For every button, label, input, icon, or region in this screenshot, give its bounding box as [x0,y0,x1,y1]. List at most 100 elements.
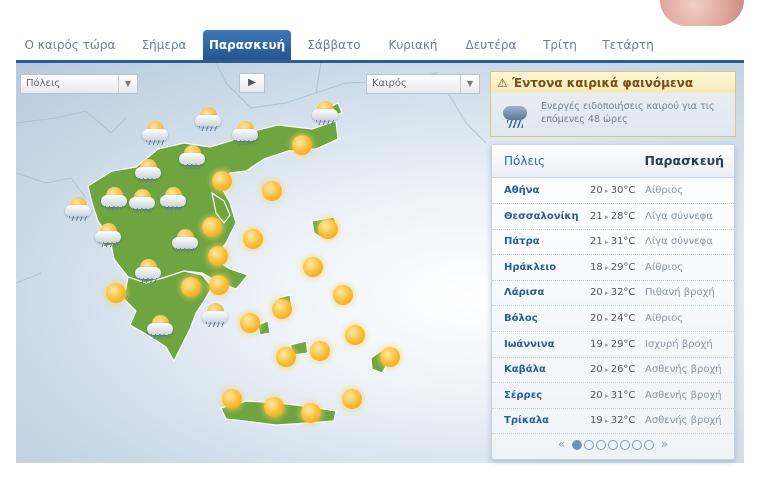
sun-icon[interactable] [208,246,228,266]
city-row[interactable]: Αθήνα 20 ▸ 30°C Αίθριος [492,178,734,204]
tab-today[interactable]: Σήμερα [128,30,200,60]
sun-icon[interactable] [264,397,284,417]
tab-now[interactable]: Ο καιρός τώρα [16,30,124,60]
temp-max: 31°C [610,389,636,401]
city-name[interactable]: Πάτρα [504,236,540,247]
city-name[interactable]: Σέρρες [504,390,542,401]
page-dot[interactable] [572,439,582,450]
play-icon[interactable]: ▶ [239,73,265,93]
weather-widget: Ο καιρός τώρα Σήμερα Παρασκευή Σάββατο Κ… [0,0,760,489]
city-row[interactable]: Πάτρα 21 ▸ 31°C Λίγα σύννεφα [492,229,734,256]
page-dot[interactable] [620,439,630,450]
sun-icon[interactable] [318,219,338,239]
temp-min: 19 [590,338,603,350]
weather-desc: Αίθριος [645,261,684,273]
tab-friday[interactable]: Παρασκευή [203,30,291,60]
city-name[interactable]: Ιωάννινα [504,339,554,350]
cloud-sun-rain-icon[interactable] [128,189,156,213]
sun-icon[interactable] [202,217,222,237]
sun-icon[interactable] [262,181,282,201]
cloud-sun-rain-icon[interactable] [159,187,187,211]
sun-icon[interactable] [181,277,201,297]
page-dot[interactable] [632,439,642,450]
city-row[interactable]: Σέρρες 20 ▸ 31°C Ασθενής βροχή [492,383,734,409]
sun-icon[interactable] [222,389,242,409]
tab-wednesday[interactable]: Τετάρτη [595,30,661,60]
page-dot[interactable] [584,439,594,450]
city-name[interactable]: Αθήνα [504,185,539,196]
chevron-down-icon: ▼ [118,75,137,93]
cloud-sun-rain-icon[interactable] [231,121,259,145]
sun-icon[interactable] [243,229,263,249]
cloud-sun-rain-icon[interactable] [194,107,222,131]
sun-icon[interactable] [303,257,323,277]
city-row[interactable]: Καβάλα 20 ▸ 26°C Ασθενής βροχή [492,357,734,384]
sun-icon[interactable] [345,325,365,345]
temperature-range: 19 ▸ 29°C [590,339,635,350]
page-dot[interactable] [596,439,606,450]
city-row[interactable]: Λάρισα 20 ▸ 32°C Πιθανή βροχή [492,280,734,307]
day-tabs: Ο καιρός τώρα Σήμερα Παρασκευή Σάββατο Κ… [16,30,744,63]
city-name[interactable]: Τρίκαλα [504,415,549,426]
cloud-sun-rain-icon[interactable] [201,303,229,327]
cloud-sun-rain-icon[interactable] [100,187,128,211]
arrow-icon: ▸ [602,417,611,426]
temp-min: 21 [590,210,603,222]
weather-desc: Αίθριος [645,313,684,324]
city-name[interactable]: Λάρισα [504,287,544,298]
temp-max: 29°C [610,338,636,350]
sun-icon[interactable] [301,403,321,423]
pagination: « » [492,437,734,455]
page-dot[interactable] [608,439,618,450]
sun-icon[interactable] [333,285,353,305]
city-row[interactable]: Ηράκλειο 18 ▸ 29°C Αίθριος [492,255,734,281]
temp-min: 20 [590,185,603,196]
sun-icon[interactable] [310,341,330,361]
city-row[interactable]: Βόλος 20 ▸ 24°C Αίθριος [492,306,734,332]
sun-icon[interactable] [342,389,362,409]
weather-desc: Ασθενής βροχή [645,415,722,427]
city-row[interactable]: Θεσσαλονίκη 21 ▸ 28°C Λίγα σύννεφα [492,204,734,230]
temp-max: 29°C [610,261,636,273]
next-page-icon[interactable]: » [661,437,668,451]
sun-icon[interactable] [276,347,296,367]
cities-select[interactable]: Πόλεις ▼ [20,74,138,94]
city-row[interactable]: Τρίκαλα 19 ▸ 32°C Ασθενής βροχή [492,408,734,435]
sun-icon[interactable] [106,283,126,303]
tab-sunday[interactable]: Κυριακή [377,30,449,60]
cloud-sun-rain-icon[interactable] [171,229,199,253]
temp-max: 28°C [610,210,636,222]
city-name[interactable]: Βόλος [504,313,538,324]
weather-select[interactable]: Καιρός ▼ [366,74,480,94]
prev-page-icon[interactable]: « [558,437,565,451]
cities-select-label: Πόλεις [26,78,61,89]
sun-icon[interactable] [240,313,260,333]
city-name[interactable]: Ηράκλειο [504,262,556,273]
sun-icon[interactable] [272,299,292,319]
header-photo [660,0,744,26]
cloud-sun-rain-icon[interactable] [134,159,162,183]
sun-icon[interactable] [292,135,312,155]
cloud-sun-rain-icon[interactable] [146,315,174,339]
city-name[interactable]: Καβάλα [504,364,546,375]
tab-monday[interactable]: Δευτέρα [455,30,527,60]
cloud-sun-rain-icon[interactable] [311,101,339,125]
sun-icon[interactable] [209,275,229,295]
temp-min: 20 [590,287,603,299]
sun-icon[interactable] [212,171,232,191]
alert-title: ⚠ Έντονα καιρικά φαινόμενα [497,76,693,90]
city-name[interactable]: Θεσσαλονίκη [504,211,579,222]
alert-text: Ενεργές ειδοποιήσεις καιρού για τις επόμ… [541,101,715,125]
severe-weather-alert[interactable]: ⚠ Έντονα καιρικά φαινόμενα Ενεργές ειδοπ… [490,71,736,137]
cloud-sun-rain-icon[interactable] [178,145,206,169]
temperature-range: 20 ▸ 32°C [590,287,635,298]
cloud-sun-rain-icon[interactable] [141,121,169,145]
tab-tuesday[interactable]: Τρίτη [531,30,589,60]
sun-icon[interactable] [380,347,400,367]
cloud-sun-rain-icon[interactable] [94,223,122,247]
cloud-sun-rain-icon[interactable] [134,259,162,283]
cloud-sun-rain-icon[interactable] [64,197,92,221]
tab-saturday[interactable]: Σάββατο [298,30,370,60]
city-row[interactable]: Ιωάννινα 19 ▸ 29°C Ισχυρή βροχή [492,332,734,358]
page-dot[interactable] [644,439,654,450]
